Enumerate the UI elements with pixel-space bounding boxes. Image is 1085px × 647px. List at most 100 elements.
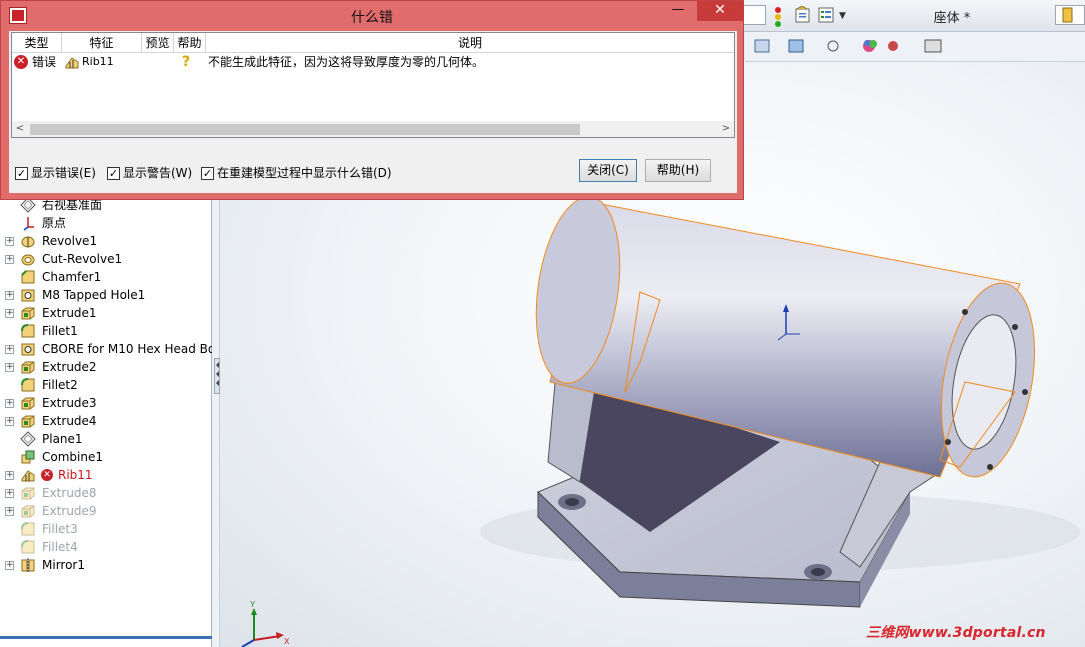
tree-item-label: Plane1: [42, 432, 83, 446]
show-errors-label: 显示错误(E): [31, 166, 96, 180]
tree-item[interactable]: Fillet4: [0, 538, 212, 556]
reference-triad: [241, 608, 284, 647]
revolve-icon: [20, 233, 36, 249]
chevron-right-icon[interactable]: >: [718, 121, 734, 137]
tree-item[interactable]: + ✕ Rib11: [0, 466, 212, 484]
checkbox-checked-icon[interactable]: ✓: [15, 167, 28, 180]
tree-item-label: M8 Tapped Hole1: [42, 288, 146, 302]
tree-item[interactable]: + Extrude8: [0, 484, 212, 502]
command-strip: [745, 32, 1085, 62]
expand-icon[interactable]: +: [5, 237, 14, 246]
minimize-button[interactable]: —: [663, 1, 693, 21]
file-properties-icon[interactable]: [793, 5, 811, 25]
row-description: 不能生成此特征，因为这将导致厚度为零的几何体。: [208, 55, 485, 69]
error-icon: ✕: [41, 469, 53, 481]
tree-item[interactable]: + Mirror1: [0, 556, 212, 574]
tree-item[interactable]: + M8 Tapped Hole1: [0, 286, 212, 304]
error-list: 类型 特征 预览 帮助 说明 ✕ 错误 Rib11 ? 不能生成此特征，因为这将…: [11, 32, 735, 138]
close-button[interactable]: 关闭(C): [579, 159, 637, 182]
extrude-icon: [20, 503, 36, 519]
horizontal-scrollbar[interactable]: < >: [12, 121, 734, 137]
traffic-light-icon[interactable]: [772, 5, 784, 27]
origin-icon: [20, 215, 36, 231]
extrude-icon: [20, 395, 36, 411]
tree-item[interactable]: + Extrude3: [0, 394, 212, 412]
tree-item[interactable]: + Extrude9: [0, 502, 212, 520]
close-window-button[interactable]: ✕: [697, 1, 743, 21]
tree-bottom-edge: [0, 636, 212, 639]
help-button[interactable]: 帮助(H): [645, 159, 711, 182]
rib-icon: [20, 467, 36, 483]
extrude-icon: [20, 359, 36, 375]
expand-icon[interactable]: +: [5, 507, 14, 516]
dialog-title: 什么错: [351, 10, 393, 26]
expand-icon[interactable]: +: [5, 345, 14, 354]
expand-icon[interactable]: +: [5, 399, 14, 408]
table-row[interactable]: ✕ 错误 Rib11 ? 不能生成此特征，因为这将导致厚度为零的几何体。: [12, 53, 734, 71]
tree-item[interactable]: + Extrude4: [0, 412, 212, 430]
chevron-left-icon[interactable]: <: [12, 121, 28, 137]
tree-item[interactable]: Fillet1: [0, 322, 212, 340]
tree-item[interactable]: Fillet2: [0, 376, 212, 394]
dialog-body: 类型 特征 预览 帮助 说明 ✕ 错误 Rib11 ? 不能生成此特征，因为这将…: [9, 31, 737, 193]
row-type: 错误: [32, 55, 57, 69]
cut-revolve-icon: [20, 251, 36, 267]
document-icon[interactable]: [1055, 5, 1085, 25]
chevron-down-icon[interactable]: ▼: [838, 5, 846, 25]
column-header-feature[interactable]: 特征: [62, 33, 142, 53]
options-list-icon[interactable]: [816, 5, 834, 25]
dialog-titlebar[interactable]: 什么错 — □ ✕: [1, 1, 743, 31]
column-header-help[interactable]: 帮助: [174, 33, 206, 53]
checkbox-checked-icon[interactable]: ✓: [107, 167, 120, 180]
view-combo[interactable]: [742, 5, 766, 25]
tree-item[interactable]: + Extrude2: [0, 358, 212, 376]
tree-item-label: Extrude9: [42, 504, 97, 518]
help-question-icon[interactable]: ?: [182, 53, 190, 71]
column-header-type[interactable]: 类型: [12, 33, 62, 53]
fillet-icon: [20, 377, 36, 393]
column-header-description[interactable]: 说明: [206, 33, 734, 53]
tree-item-label: Fillet1: [42, 324, 78, 338]
tree-item-label: Extrude3: [42, 396, 97, 410]
tree-item[interactable]: Plane1: [0, 430, 212, 448]
tree-item[interactable]: 原点: [0, 214, 212, 232]
fillet-icon: [20, 521, 36, 537]
column-header-preview[interactable]: 预览: [142, 33, 174, 53]
tree-item[interactable]: Chamfer1: [0, 268, 212, 286]
tree-item-label: Extrude8: [42, 486, 97, 500]
hole-wizard-icon: [20, 287, 36, 303]
show-warnings-label: 显示警告(W): [123, 166, 193, 180]
checkbox-checked-icon[interactable]: ✓: [201, 167, 214, 180]
mirror-icon: [20, 557, 36, 573]
row-feature: Rib11: [82, 55, 114, 68]
tree-item[interactable]: + CBORE for M10 Hex Head Bo: [0, 340, 212, 358]
tree-item[interactable]: Fillet3: [0, 520, 212, 538]
expand-icon[interactable]: +: [5, 309, 14, 318]
expand-icon[interactable]: +: [5, 561, 14, 570]
tree-item-label: Mirror1: [42, 558, 85, 572]
extrude-icon: [20, 305, 36, 321]
tree-item[interactable]: + Cut-Revolve1: [0, 250, 212, 268]
tree-item-label: CBORE for M10 Hex Head Bo: [42, 342, 212, 356]
tree-item[interactable]: + Revolve1: [0, 232, 212, 250]
expand-icon[interactable]: +: [5, 471, 14, 480]
error-icon: ✕: [14, 55, 28, 69]
expand-icon[interactable]: +: [5, 291, 14, 300]
show-errors-checkbox[interactable]: ✓ 显示错误(E): [15, 165, 101, 181]
error-list-header: 类型 特征 预览 帮助 说明: [12, 33, 734, 53]
show-warnings-checkbox[interactable]: ✓ 显示警告(W): [107, 165, 195, 181]
tree-item-label: Chamfer1: [42, 270, 102, 284]
expand-icon[interactable]: +: [5, 417, 14, 426]
view-tools-icon: [754, 39, 942, 53]
show-during-rebuild-checkbox[interactable]: ✓ 在重建模型过程中显示什么错(D): [201, 165, 397, 181]
tree-item-label: Extrude4: [42, 414, 97, 428]
tree-item[interactable]: + Extrude1: [0, 304, 212, 322]
tree-item-label: Combine1: [42, 450, 103, 464]
tree-item[interactable]: Combine1: [0, 448, 212, 466]
expand-icon[interactable]: +: [5, 489, 14, 498]
show-during-rebuild-label: 在重建模型过程中显示什么错(D): [217, 166, 392, 180]
scrollbar-thumb[interactable]: [30, 124, 580, 135]
expand-icon[interactable]: +: [5, 255, 14, 264]
tree-item-label: Fillet3: [42, 522, 78, 536]
expand-icon[interactable]: +: [5, 363, 14, 372]
